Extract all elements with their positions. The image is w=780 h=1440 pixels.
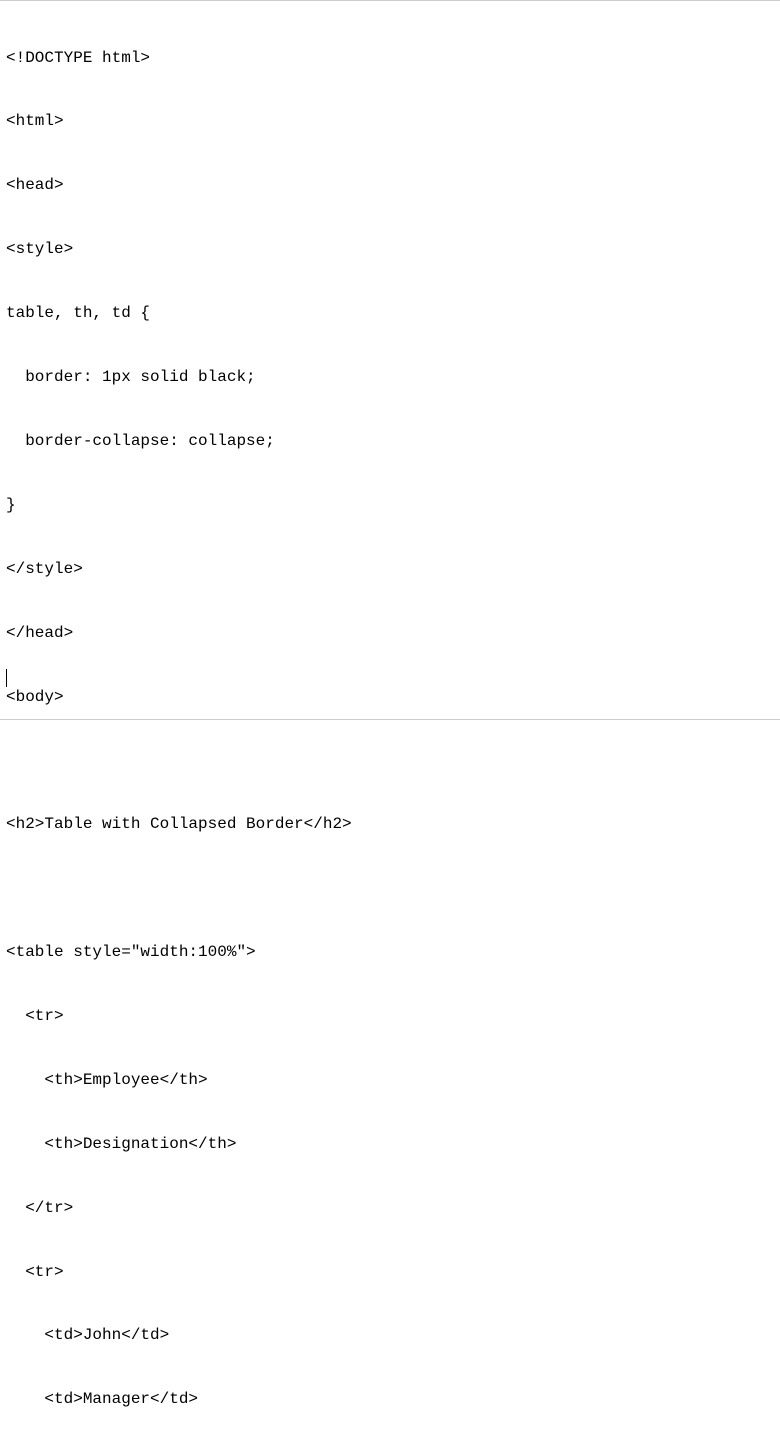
code-line[interactable]: <td>Manager</td> bbox=[6, 1389, 774, 1410]
code-line[interactable]: <h2>Table with Collapsed Border</h2> bbox=[6, 814, 774, 835]
code-line[interactable]: } bbox=[6, 495, 774, 516]
code-line[interactable] bbox=[6, 878, 774, 899]
code-line[interactable]: </style> bbox=[6, 559, 774, 580]
code-line[interactable]: <style> bbox=[6, 239, 774, 260]
code-line[interactable]: <th>Designation</th> bbox=[6, 1134, 774, 1155]
code-line[interactable]: <!DOCTYPE html> bbox=[6, 48, 774, 69]
code-line[interactable]: <html> bbox=[6, 111, 774, 132]
code-line[interactable]: <table style="width:100%"> bbox=[6, 942, 774, 963]
code-line[interactable]: </head> bbox=[6, 623, 774, 644]
code-line[interactable]: <tr> bbox=[6, 1006, 774, 1027]
code-line[interactable]: </tr> bbox=[6, 1198, 774, 1219]
code-line[interactable]: <head> bbox=[6, 175, 774, 196]
code-line[interactable] bbox=[6, 750, 774, 771]
code-line[interactable]: table, th, td { bbox=[6, 303, 774, 324]
code-line[interactable]: border-collapse: collapse; bbox=[6, 431, 774, 452]
code-line[interactable]: border: 1px solid black; bbox=[6, 367, 774, 388]
code-line[interactable]: <th>Employee</th> bbox=[6, 1070, 774, 1091]
code-line[interactable]: <body> bbox=[6, 687, 774, 708]
code-editor[interactable]: <!DOCTYPE html> <html> <head> <style> ta… bbox=[6, 5, 774, 1440]
text-cursor bbox=[6, 669, 7, 687]
code-line[interactable]: <td>John</td> bbox=[6, 1325, 774, 1346]
code-line[interactable]: <tr> bbox=[6, 1262, 774, 1283]
